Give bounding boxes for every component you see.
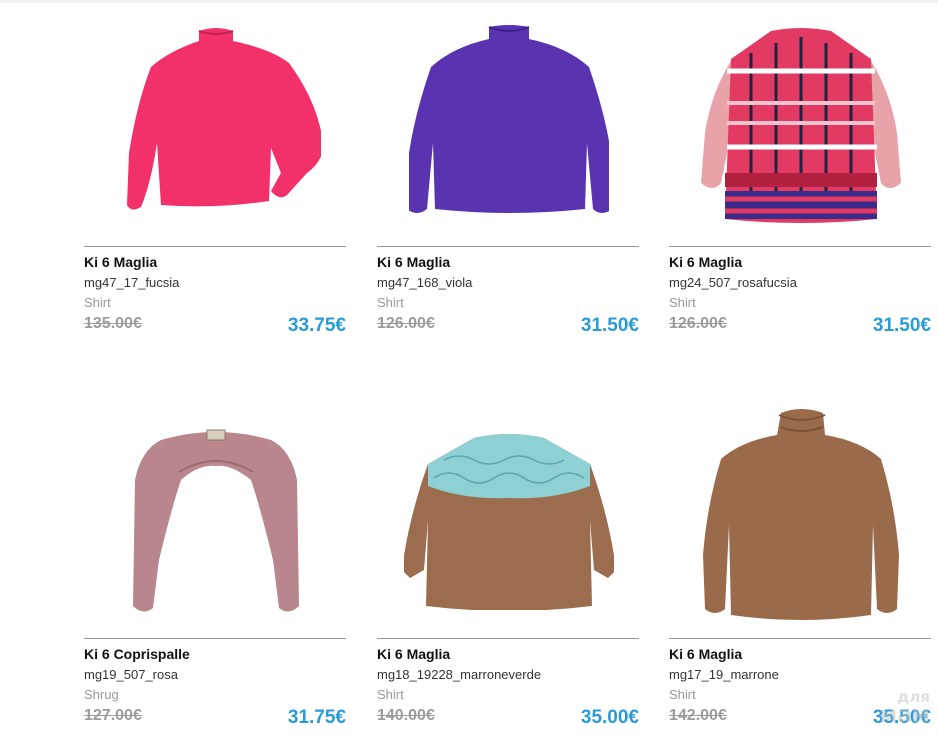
divider [669,638,931,639]
divider [669,246,931,247]
divider [377,246,639,247]
divider [84,638,346,639]
product-image-brown-lace-sweater[interactable] [377,404,641,626]
product-image-violet-sweater[interactable] [377,12,641,234]
product-card[interactable]: Ki 6 Maglia mg18_19228_marroneverde Shir… [377,392,641,732]
product-brand[interactable]: Ki 6 Maglia [669,646,742,662]
old-price: 135.00€ [84,315,142,332]
sale-price: 33.75€ [287,315,346,336]
product-image-pink-patterned-tunic[interactable] [669,12,933,234]
sale-price: 31.75€ [287,707,346,728]
sale-price: 35.00€ [580,707,639,728]
product-card[interactable]: Ki 6 Maglia mg24_507_rosafucsia Shirt 12… [669,0,933,340]
sale-price: 35.50€ [872,707,931,728]
old-price: 126.00€ [669,315,727,332]
old-price: 126.00€ [377,315,435,332]
product-brand[interactable]: Ki 6 Coprispalle [84,646,190,662]
product-brand[interactable]: Ki 6 Maglia [84,254,157,270]
product-image-pink-shrug[interactable] [84,404,348,626]
product-card[interactable]: Ki 6 Maglia mg17_19_marrone Shirt 142.00… [669,392,933,732]
product-brand[interactable]: Ki 6 Maglia [377,254,450,270]
divider [377,638,639,639]
product-image-brown-turtleneck[interactable] [669,404,933,626]
product-grid: Ki 6 Maglia mg47_17_fucsia Shirt 135.00€… [0,0,938,739]
old-price: 127.00€ [84,707,142,724]
product-code[interactable]: mg47_17_fucsia [84,275,179,290]
product-category: Shirt [669,687,696,702]
old-price: 140.00€ [377,707,435,724]
product-card[interactable]: Ki 6 Coprispalle mg19_507_rosa Shrug 127… [84,392,348,732]
product-code[interactable]: mg18_19228_marroneverde [377,667,541,682]
product-brand[interactable]: Ki 6 Maglia [669,254,742,270]
product-code[interactable]: mg24_507_rosafucsia [669,275,797,290]
divider [84,246,346,247]
product-category: Shirt [377,687,404,702]
product-code[interactable]: mg19_507_rosa [84,667,178,682]
product-card[interactable]: Ki 6 Maglia mg47_168_viola Shirt 126.00€… [377,0,641,340]
product-code[interactable]: mg47_168_viola [377,275,472,290]
sale-price: 31.50€ [872,315,931,336]
product-category: Shirt [669,295,696,310]
product-code[interactable]: mg17_19_marrone [669,667,779,682]
product-category: Shrug [84,687,119,702]
old-price: 142.00€ [669,707,727,724]
sale-price: 31.50€ [580,315,639,336]
product-brand[interactable]: Ki 6 Maglia [377,646,450,662]
product-image-fuchsia-sweater[interactable] [84,12,348,234]
product-card[interactable]: Ki 6 Maglia mg47_17_fucsia Shirt 135.00€… [84,0,348,340]
product-category: Shirt [84,295,111,310]
product-category: Shirt [377,295,404,310]
